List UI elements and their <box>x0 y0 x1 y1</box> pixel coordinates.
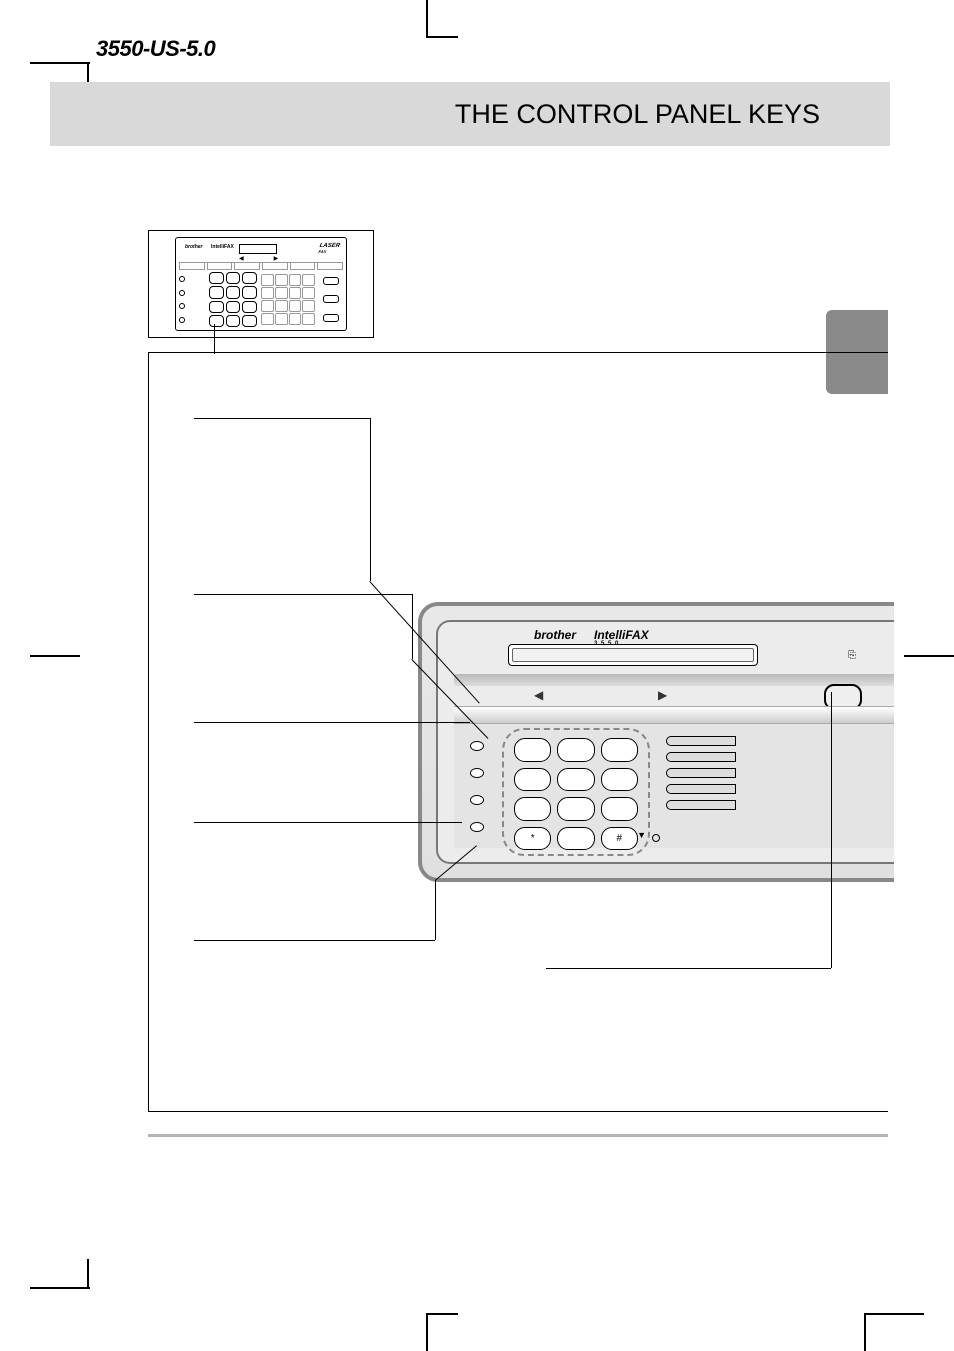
onetouch-key <box>666 768 736 778</box>
key-star: * <box>514 827 551 851</box>
callout-line <box>194 594 412 595</box>
key-hash: # <box>601 827 638 851</box>
callout-line <box>194 418 370 419</box>
device-enlarged: brother IntelliFAX 3 5 5 0 ⎘ ◀ ▶ <box>418 602 894 882</box>
document-id: 3550-US-5.0 <box>96 36 215 62</box>
dial-keypad: * # <box>514 738 638 850</box>
callout-line <box>435 880 436 940</box>
led-icon <box>470 822 484 832</box>
onetouch-key <box>666 784 736 794</box>
key-3 <box>601 738 638 762</box>
control-strip <box>454 706 894 724</box>
page-header: THE CONTROL PANEL KEYS <box>50 82 890 146</box>
thumbnail-pointer-line <box>214 324 215 354</box>
right-buttons <box>319 272 343 327</box>
footer-rule <box>148 1134 888 1137</box>
callout-line <box>412 594 413 659</box>
key-0 <box>557 827 594 851</box>
crop-mark <box>30 1287 90 1289</box>
crop-mark <box>30 655 80 657</box>
crop-mark <box>426 0 428 36</box>
onetouch-key <box>666 800 736 810</box>
key-8 <box>557 797 594 821</box>
callout-highlight <box>0 0 20 20</box>
key-9 <box>601 797 638 821</box>
callout-line <box>370 418 371 581</box>
device-thumbnail: brother IntelliFAX LASER FAX ◀▶ <box>148 230 374 338</box>
control-row <box>179 262 343 270</box>
crop-mark <box>904 655 954 657</box>
page-title: THE CONTROL PANEL KEYS <box>455 99 820 130</box>
key-5 <box>557 768 594 792</box>
lcd-display <box>508 644 758 666</box>
paper-icon: ⎘ <box>848 650 856 661</box>
led-icon <box>470 768 484 778</box>
brand-label: brother <box>185 244 203 250</box>
laser-logo: LASER FAX <box>318 243 340 255</box>
brand-label: brother <box>534 628 576 642</box>
crop-mark <box>30 62 90 64</box>
key-2 <box>557 738 594 762</box>
callout-line <box>194 722 470 723</box>
arrow-icons: ◀▶ <box>239 255 308 262</box>
key-6 <box>601 768 638 792</box>
callout-line <box>546 968 831 969</box>
speaker-led-icon <box>652 834 660 842</box>
key-7 <box>514 797 551 821</box>
onetouch-grid <box>261 272 315 327</box>
key-1 <box>514 738 551 762</box>
onetouch-column <box>666 724 894 848</box>
speaker-arrow-icon: ▼ <box>637 830 646 840</box>
arrow-right-icon: ▶ <box>658 688 667 702</box>
crop-mark <box>864 1315 866 1351</box>
onetouch-key <box>666 752 736 762</box>
crop-mark <box>426 1313 458 1315</box>
callout-line <box>194 940 435 941</box>
model-label: IntelliFAX <box>211 244 234 250</box>
callout-line <box>194 822 462 823</box>
crop-mark <box>87 1259 89 1289</box>
arrow-left-icon: ◀ <box>534 688 543 702</box>
keypad-icon <box>209 272 257 327</box>
crop-mark <box>864 1313 924 1315</box>
callout-line <box>831 692 832 968</box>
led-icon <box>470 741 484 751</box>
trim-strip <box>454 674 894 686</box>
key-4 <box>514 768 551 792</box>
indicator-leds <box>454 724 500 848</box>
led-icon <box>470 795 484 805</box>
onetouch-key <box>666 736 736 746</box>
crop-mark <box>426 1315 428 1351</box>
led-column <box>179 272 205 327</box>
lcd-icon <box>239 244 277 254</box>
crop-mark <box>426 36 458 38</box>
